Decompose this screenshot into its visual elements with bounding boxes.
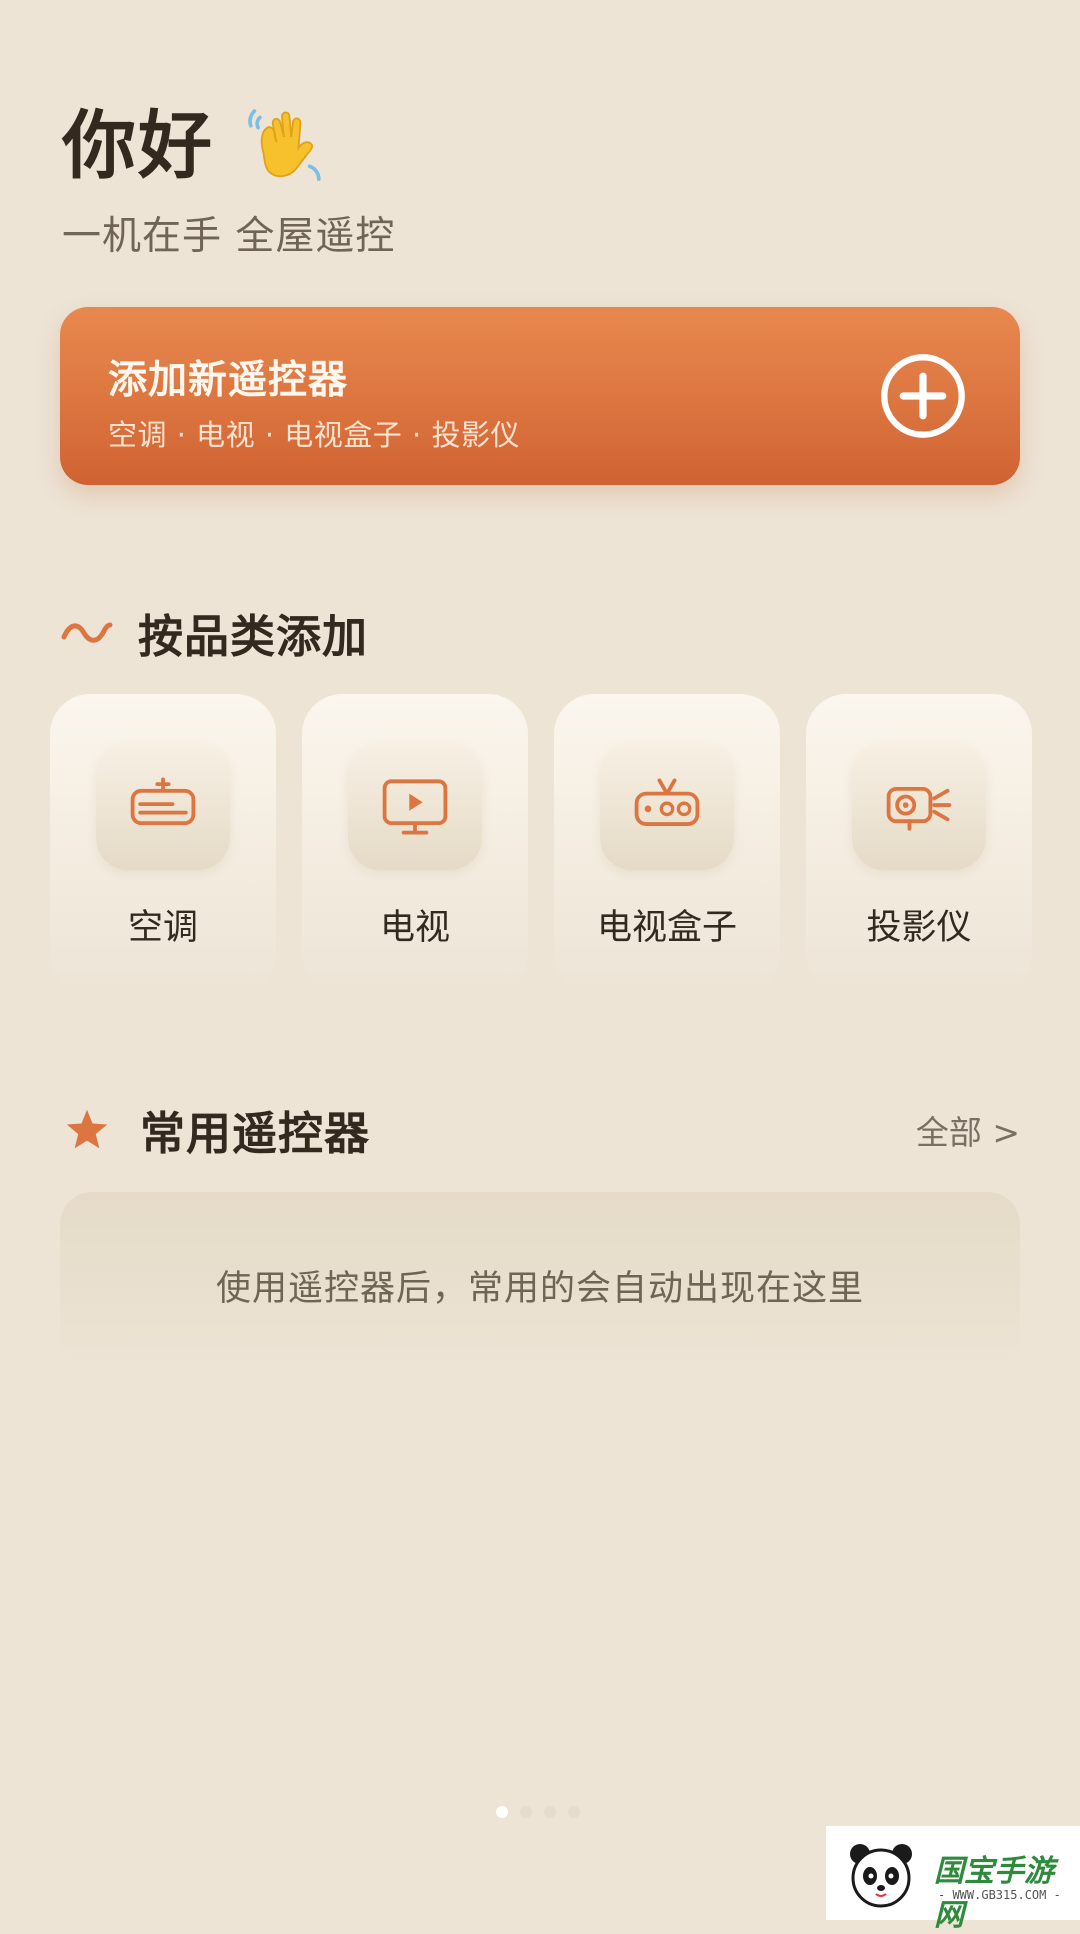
category-icon-box <box>348 742 482 870</box>
category-label: 空调 <box>127 908 198 948</box>
page-indicator <box>496 1806 580 1818</box>
category-projector[interactable]: 投影仪 <box>806 694 1032 994</box>
category-icon-box <box>852 742 986 870</box>
add-remote-card[interactable]: 添加新遥控器 空调 · 电视 · 电视盒子 · 投影仪 <box>60 307 1020 485</box>
greeting-subtitle: 一机在手 全屋遥控 <box>62 214 396 259</box>
add-remote-title: 添加新遥控器 <box>108 358 349 403</box>
category-icon-box <box>96 742 230 870</box>
favorites-empty-message: 使用遥控器后，常用的会自动出现在这里 <box>215 1269 864 1309</box>
favorites-empty-card: 使用遥控器后，常用的会自动出现在这里 <box>60 1192 1020 1372</box>
waving-hand-icon <box>248 109 321 181</box>
greeting-header: 你好 <box>62 100 328 192</box>
plus-circle-icon[interactable] <box>878 351 968 441</box>
page-dot-active <box>496 1806 508 1818</box>
category-label: 投影仪 <box>866 908 972 948</box>
page-dot <box>520 1806 532 1818</box>
category-label: 电视 <box>379 908 450 948</box>
favorites-section-title: 常用遥控器 <box>140 1107 371 1160</box>
air-conditioner-icon <box>130 777 196 825</box>
category-tv[interactable]: 电视 <box>302 694 528 994</box>
squiggle-icon <box>61 622 113 643</box>
category-icon-box <box>600 742 734 870</box>
greeting-title: 你好 <box>62 103 214 189</box>
panda-logo-icon <box>850 1844 912 1908</box>
tv-box-icon <box>634 778 700 826</box>
star-icon <box>66 1109 108 1148</box>
category-tv-box[interactable]: 电视盒子 <box>554 694 780 994</box>
category-air-conditioner[interactable]: 空调 <box>50 694 276 994</box>
favorites-section-header: 常用遥控器 <box>60 1097 370 1162</box>
projector-icon <box>886 787 952 831</box>
category-section-header: 按品类添加 <box>60 600 368 665</box>
category-list: 空调 电视 电视盒子 投影仪 <box>50 694 1032 994</box>
watermark: 国宝手游网 - WWW.GB315.COM - <box>826 1826 1080 1933</box>
category-label: 电视盒子 <box>596 908 737 948</box>
tv-icon <box>382 779 448 835</box>
add-remote-subtitle: 空调 · 电视 · 电视盒子 · 投影仪 <box>108 418 520 452</box>
page-dot <box>568 1806 580 1818</box>
see-all-link[interactable]: 全部 > <box>916 1106 1020 1154</box>
category-section-title: 按品类添加 <box>138 610 369 663</box>
watermark-subtext: - WWW.GB315.COM - <box>938 1888 1061 1902</box>
page-dot <box>544 1806 556 1818</box>
